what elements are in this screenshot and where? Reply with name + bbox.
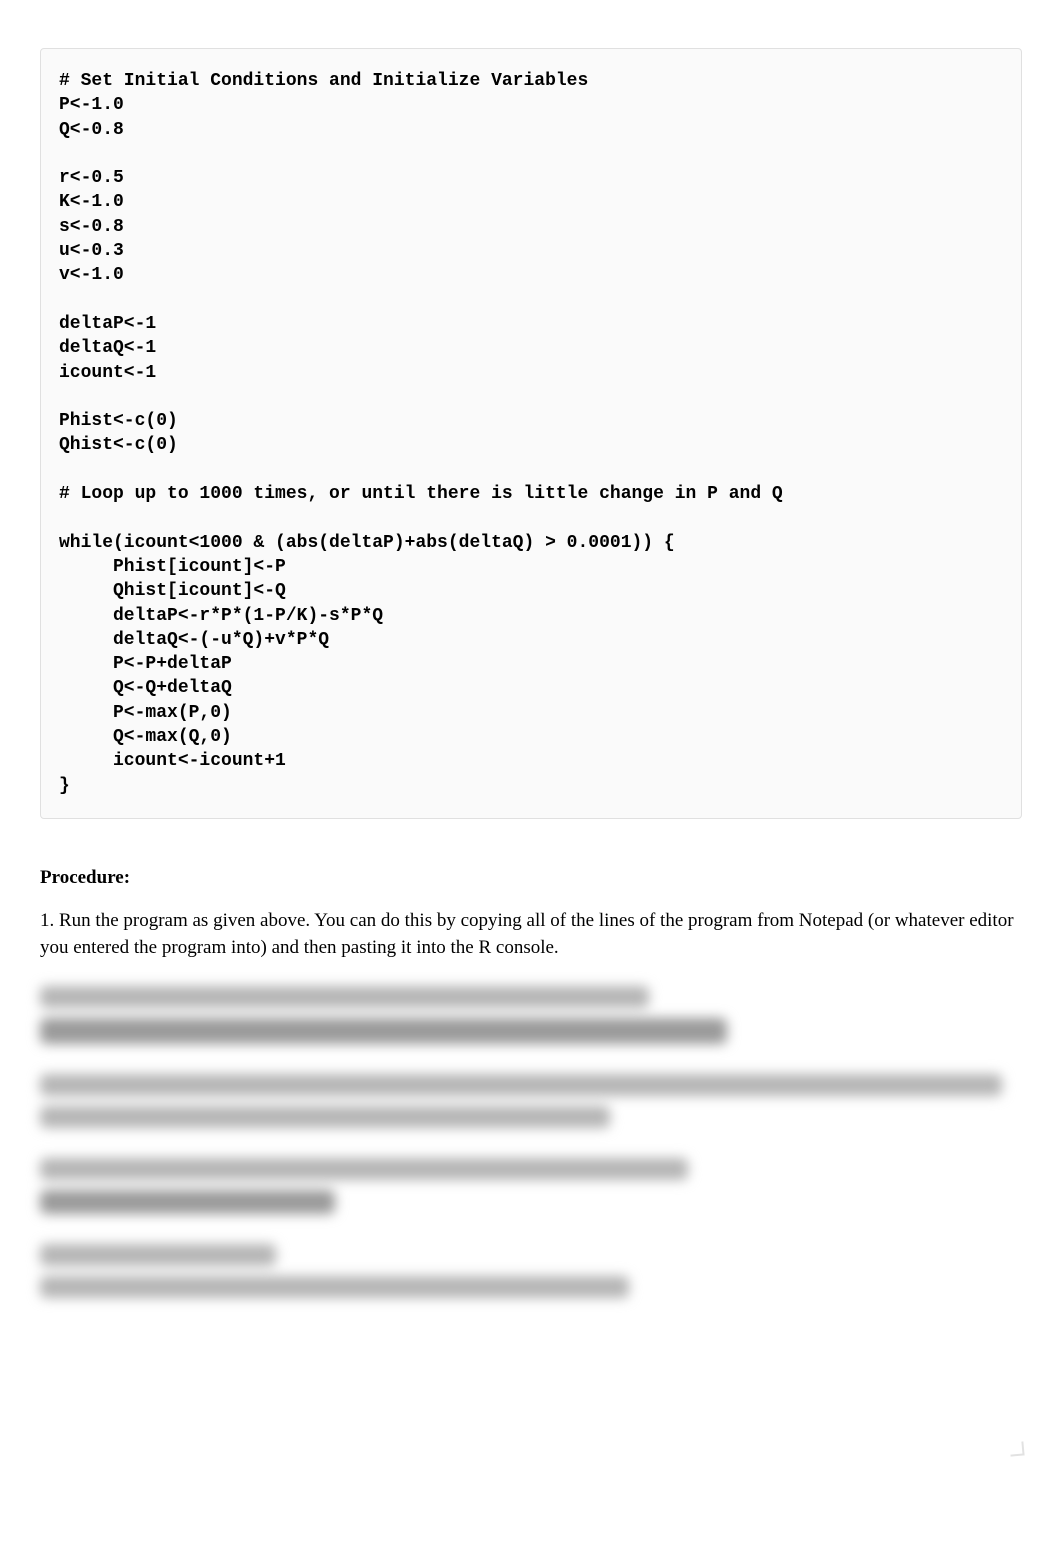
procedure-heading: Procedure: [40, 867, 1022, 889]
redacted-content [40, 986, 1022, 1298]
code-block: # Set Initial Conditions and Initialize … [40, 48, 1022, 819]
page-corner-decoration [1009, 1441, 1024, 1456]
procedure-step-1: 1. Run the program as given above. You c… [40, 907, 1022, 962]
